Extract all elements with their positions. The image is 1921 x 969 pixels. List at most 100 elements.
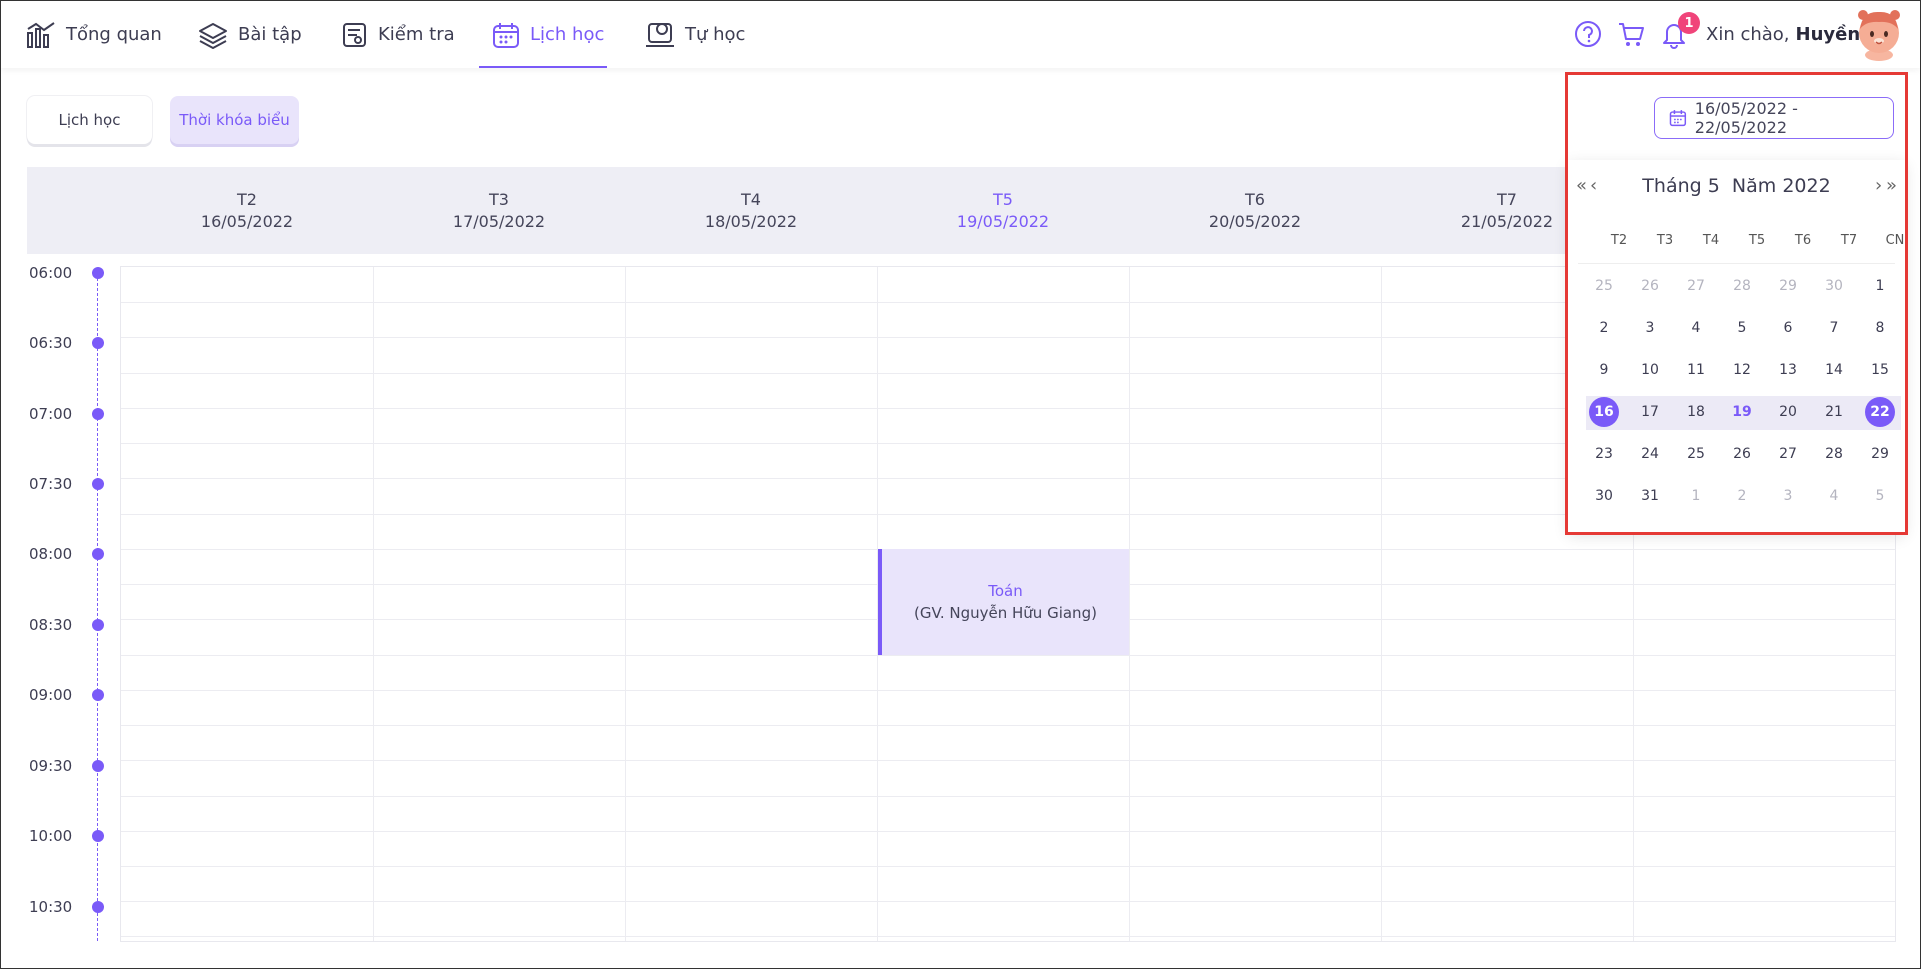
time-label: 10:30 xyxy=(29,898,73,916)
day-date: 16/05/2022 xyxy=(200,211,294,231)
calendar-day[interactable]: 24 xyxy=(1635,439,1665,469)
calendar-day[interactable]: 3 xyxy=(1773,481,1803,511)
class-event[interactable]: Toán (GV. Nguyễn Hữu Giang) xyxy=(878,549,1129,655)
tab-timetable[interactable]: Thời khóa biểu xyxy=(170,96,299,144)
calendar-day[interactable]: 6 xyxy=(1773,313,1803,343)
calendar-day[interactable]: 3 xyxy=(1635,313,1665,343)
time-marker xyxy=(92,408,104,420)
calendar-day[interactable]: 2 xyxy=(1727,481,1757,511)
day-date: 19/05/2022 xyxy=(956,211,1050,231)
time-label: 06:30 xyxy=(29,334,73,352)
avatar[interactable] xyxy=(1854,7,1904,61)
calendar-day[interactable]: 31 xyxy=(1635,481,1665,511)
grid-row-line xyxy=(121,901,1895,902)
cart-icon[interactable] xyxy=(1615,18,1647,50)
day-label: T7 xyxy=(1497,189,1517,209)
time-label: 09:30 xyxy=(29,757,73,775)
time-marker xyxy=(92,760,104,772)
calendar-day[interactable]: 8 xyxy=(1865,313,1895,343)
weekday-label: T6 xyxy=(1794,233,1812,248)
calendar-day[interactable]: 27 xyxy=(1681,271,1711,301)
day-date: 18/05/2022 xyxy=(704,211,798,231)
calendar-day[interactable]: 22 xyxy=(1865,397,1895,427)
calendar-day[interactable]: 11 xyxy=(1681,355,1711,385)
time-marker xyxy=(92,901,104,913)
calendar-day[interactable]: 7 xyxy=(1819,313,1849,343)
time-marker xyxy=(92,689,104,701)
next-month-icon[interactable]: › xyxy=(1875,175,1882,196)
calendar-day[interactable]: 28 xyxy=(1727,271,1757,301)
notification-badge: 1 xyxy=(1678,12,1700,34)
event-teacher: (GV. Nguyễn Hữu Giang) xyxy=(914,604,1097,622)
time-label: 09:00 xyxy=(29,686,73,704)
calendar-day[interactable]: 14 xyxy=(1819,355,1849,385)
date-range-picker[interactable]: 16/05/2022 - 22/05/2022 xyxy=(1654,97,1894,139)
tab-schedule-list[interactable]: Lịch học xyxy=(27,96,152,144)
calendar-day[interactable]: 27 xyxy=(1773,439,1803,469)
weekday-label: T5 xyxy=(1748,233,1766,248)
calendar-day[interactable]: 26 xyxy=(1727,439,1757,469)
calendar-month[interactable]: Tháng 5 xyxy=(1642,175,1720,197)
nav-label-tests: Kiểm tra xyxy=(378,24,455,45)
grid-row-line xyxy=(121,936,1895,937)
calendar-divider xyxy=(1578,263,1895,264)
calendar-day[interactable]: 30 xyxy=(1589,481,1619,511)
grid-row-line xyxy=(121,725,1895,726)
day-header-fri: T6 20/05/2022 xyxy=(1129,167,1381,254)
calendar-day[interactable]: 20 xyxy=(1773,397,1803,427)
calendar-day[interactable]: 10 xyxy=(1635,355,1665,385)
nav-label-exercises: Bài tập xyxy=(238,24,302,45)
time-marker xyxy=(92,267,104,279)
calendar-day[interactable]: 30 xyxy=(1819,271,1849,301)
time-label: 08:00 xyxy=(29,545,73,563)
calendar-day[interactable]: 4 xyxy=(1819,481,1849,511)
calendar-day[interactable]: 26 xyxy=(1635,271,1665,301)
calendar-day[interactable]: 9 xyxy=(1589,355,1619,385)
calendar-day[interactable]: 18 xyxy=(1681,397,1711,427)
help-icon[interactable] xyxy=(1572,18,1604,50)
calendar-day[interactable]: 4 xyxy=(1681,313,1711,343)
calendar-day[interactable]: 17 xyxy=(1635,397,1665,427)
calendar-day[interactable]: 28 xyxy=(1819,439,1849,469)
calendar-day[interactable]: 29 xyxy=(1865,439,1895,469)
calendar-small-icon xyxy=(1669,110,1687,127)
time-label: 06:00 xyxy=(29,264,73,282)
calendar-day[interactable]: 25 xyxy=(1589,271,1619,301)
calendar-day[interactable]: 5 xyxy=(1865,481,1895,511)
weekday-label: T2 xyxy=(1610,233,1628,248)
grid-row-line xyxy=(121,831,1895,832)
calendar-day[interactable]: 25 xyxy=(1681,439,1711,469)
nav-label-overview: Tổng quan xyxy=(66,24,162,45)
calendar-day[interactable]: 1 xyxy=(1865,271,1895,301)
calendar-day[interactable]: 16 xyxy=(1589,397,1619,427)
nav-exercises[interactable]: Bài tập xyxy=(198,1,302,68)
calendar-day[interactable]: 29 xyxy=(1773,271,1803,301)
calendar-day[interactable]: 13 xyxy=(1773,355,1803,385)
day-date: 20/05/2022 xyxy=(1208,211,1302,231)
grid-col-line xyxy=(1381,267,1382,941)
calendar-day[interactable]: 23 xyxy=(1589,439,1619,469)
nav-overview[interactable]: Tổng quan xyxy=(26,1,162,68)
time-marker xyxy=(92,337,104,349)
grid-row-line xyxy=(121,690,1895,691)
calendar-day[interactable]: 5 xyxy=(1727,313,1757,343)
nav-schedule[interactable]: Lịch học xyxy=(492,1,604,68)
nav-self-study[interactable]: Tự học xyxy=(645,1,745,68)
calendar-year[interactable]: Năm 2022 xyxy=(1732,175,1831,197)
calendar-day[interactable]: 21 xyxy=(1819,397,1849,427)
calendar-day[interactable]: 2 xyxy=(1589,313,1619,343)
calendar-day[interactable]: 12 xyxy=(1727,355,1757,385)
calendar-popup: « ‹ Tháng 5 Năm 2022 › » T2 T3 T4 T5 T6 … xyxy=(1568,160,1905,532)
nav-tests[interactable]: Kiểm tra xyxy=(342,1,455,68)
nav-active-indicator xyxy=(479,66,607,68)
calendar-title: Tháng 5 Năm 2022 xyxy=(1568,175,1905,197)
next-year-icon[interactable]: » xyxy=(1886,175,1897,196)
nav-label-schedule: Lịch học xyxy=(530,24,605,45)
calendar-day[interactable]: 1 xyxy=(1681,481,1711,511)
weekday-label: T3 xyxy=(1656,233,1674,248)
day-header-mon: T2 16/05/2022 xyxy=(121,167,373,254)
calendar-day[interactable]: 15 xyxy=(1865,355,1895,385)
date-range-value: 16/05/2022 - 22/05/2022 xyxy=(1694,99,1798,137)
layers-icon xyxy=(199,22,227,49)
calendar-day[interactable]: 19 xyxy=(1727,397,1757,427)
